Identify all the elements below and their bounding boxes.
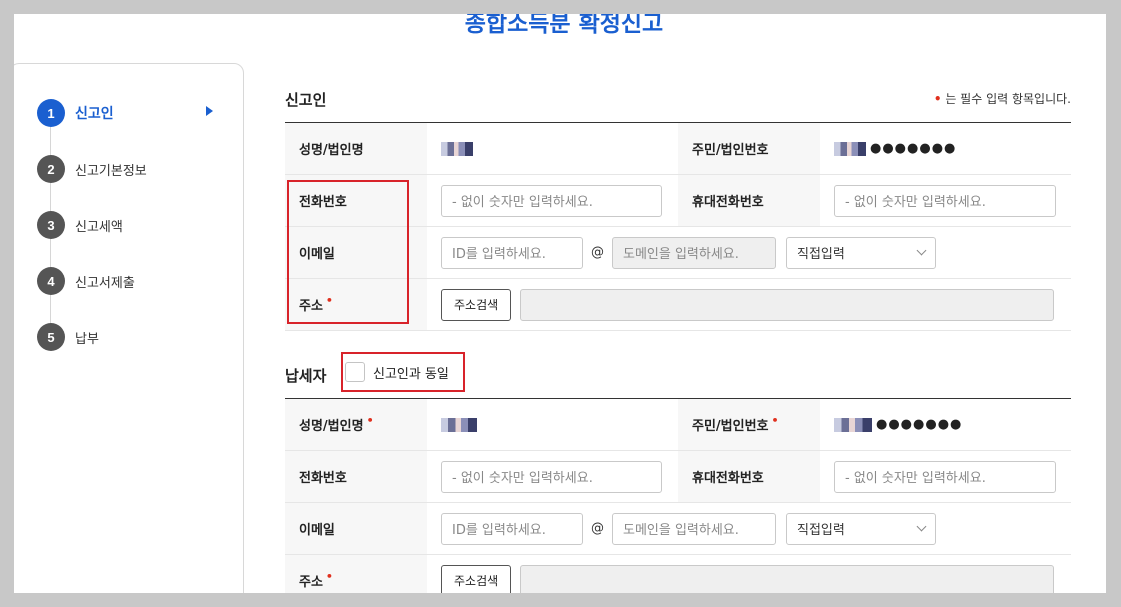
taxpayer-address-search-button[interactable]: 주소검색: [441, 564, 512, 593]
domain-select-value: 직접입력: [797, 247, 845, 262]
address-search-button[interactable]: 주소검색: [441, 288, 512, 321]
taxpayer-email-id-input[interactable]: ID를 입력하세요.: [441, 512, 583, 545]
id-value: ●●●●●●●: [834, 141, 956, 156]
highlight-box-same-as-reporter: [341, 352, 465, 392]
taxpayer-phone-label: 전화번호: [285, 451, 427, 502]
domain-select-value: 직접입력: [797, 523, 845, 538]
step-2[interactable]: 2 신고기본정보: [37, 155, 147, 183]
active-step-arrow-icon: [206, 106, 213, 116]
taxpayer-phone-cell: - 없이 숫자만 입력하세요.: [427, 451, 678, 502]
at-sign: @: [591, 521, 604, 536]
phone-cell: - 없이 숫자만 입력하세요.: [427, 175, 678, 226]
step-number: 3: [37, 211, 65, 239]
taxpayer-row-phone: 전화번호 - 없이 숫자만 입력하세요. 휴대전화번호 - 없이 숫자만 입력하…: [285, 451, 1071, 503]
email-cell: ID를 입력하세요. @ 도메인을 입력하세요. 직접입력: [427, 227, 1071, 278]
required-note: • 는 필수 입력 항목입니다.: [934, 90, 1071, 107]
phone-input[interactable]: - 없이 숫자만 입력하세요.: [441, 184, 662, 217]
address-cell: 주소검색: [427, 279, 1071, 330]
step-number: 2: [37, 155, 65, 183]
name-value-cell: [427, 123, 678, 174]
step-label: 납부: [75, 331, 99, 347]
masked-name-image: [441, 417, 477, 432]
step-3[interactable]: 3 신고세액: [37, 211, 123, 239]
taxpayer-name-cell: [427, 399, 678, 450]
required-dot-icon: •: [325, 570, 333, 583]
page-title: 종합소득분 확정신고: [464, 14, 664, 37]
step-number: 4: [37, 267, 65, 295]
taxpayer-row-address: 주소 • 주소검색: [285, 555, 1071, 593]
id-label: 주민/법인번호: [678, 123, 820, 174]
taxpayer-id-cell: ●●●●●●●: [820, 399, 1071, 450]
taxpayer-mobile-label: 휴대전화번호: [678, 451, 820, 502]
taxpayer-domain-select[interactable]: 직접입력: [786, 512, 936, 545]
required-dot-icon: •: [933, 92, 942, 106]
step-4[interactable]: 4 신고서제출: [37, 267, 135, 295]
domain-select[interactable]: 직접입력: [786, 236, 936, 269]
address-input[interactable]: [520, 288, 1055, 321]
taxpayer-name-label: 성명/법인명 •: [285, 399, 427, 450]
step-label: 신고기본정보: [75, 163, 147, 179]
step-sidebar: 1 신고인 2 신고기본정보 3 신고세액 4 신고서제출 5 납부: [14, 63, 244, 593]
taxpayer-email-label: 이메일: [285, 503, 427, 554]
page: 종합소득분 확정신고 1 신고인 2 신고기본정보 3 신고세액 4 신고서제출…: [14, 14, 1106, 593]
reporter-section-title: 신고인: [285, 91, 327, 109]
taxpayer-mobile-cell: - 없이 숫자만 입력하세요.: [820, 451, 1071, 502]
required-note-text: 는 필수 입력 항목입니다.: [941, 92, 1071, 106]
step-5[interactable]: 5 납부: [37, 323, 99, 351]
masked-id-image: [834, 417, 872, 432]
taxpayer-email-domain-input[interactable]: 도메인을 입력하세요.: [612, 512, 776, 545]
mobile-input[interactable]: - 없이 숫자만 입력하세요.: [834, 184, 1056, 217]
mobile-label: 휴대전화번호: [678, 175, 820, 226]
mobile-cell: - 없이 숫자만 입력하세요.: [820, 175, 1071, 226]
highlight-box-phone-email-address: [287, 180, 409, 324]
email-id-input[interactable]: ID를 입력하세요.: [441, 236, 583, 269]
step-number: 5: [37, 323, 65, 351]
step-label: 신고서제출: [75, 275, 135, 291]
taxpayer-address-label: 주소 •: [285, 555, 427, 593]
step-label: 신고인: [75, 106, 114, 122]
email-domain-input[interactable]: 도메인을 입력하세요.: [612, 236, 776, 269]
chevron-down-icon: [916, 245, 927, 256]
taxpayer-id-label: 주민/법인번호 •: [678, 399, 820, 450]
required-dot-icon: •: [771, 414, 779, 427]
taxpayer-address-cell: 주소검색: [427, 555, 1071, 593]
id-value-cell: ●●●●●●●: [820, 123, 1071, 174]
step-label: 신고세액: [75, 219, 123, 235]
taxpayer-mobile-input[interactable]: - 없이 숫자만 입력하세요.: [834, 460, 1056, 493]
taxpayer-row-email: 이메일 ID를 입력하세요. @ 도메인을 입력하세요. 직접입력: [285, 503, 1071, 555]
masked-name-image: [441, 141, 473, 156]
name-label: 성명/법인명: [285, 123, 427, 174]
step-number: 1: [37, 99, 65, 127]
masked-id-image: [834, 141, 866, 156]
taxpayer-row-name: 성명/법인명 • 주민/법인번호 • ●●●●●●●: [285, 399, 1071, 451]
taxpayer-form: 성명/법인명 • 주민/법인번호 • ●●●●●●● 전화번호 - 없이 숫자만 입…: [285, 398, 1071, 593]
taxpayer-id-value: ●●●●●●●: [834, 417, 962, 432]
step-1[interactable]: 1 신고인: [37, 99, 114, 127]
taxpayer-section-title: 납세자: [285, 367, 327, 385]
chevron-down-icon: [916, 521, 927, 532]
at-sign: @: [591, 245, 604, 260]
taxpayer-phone-input[interactable]: - 없이 숫자만 입력하세요.: [441, 460, 662, 493]
required-dot-icon: •: [366, 414, 374, 427]
taxpayer-address-input[interactable]: [520, 564, 1055, 593]
taxpayer-email-cell: ID를 입력하세요. @ 도메인을 입력하세요. 직접입력: [427, 503, 1071, 554]
reporter-row-name: 성명/법인명 주민/법인번호 ●●●●●●●: [285, 123, 1071, 175]
